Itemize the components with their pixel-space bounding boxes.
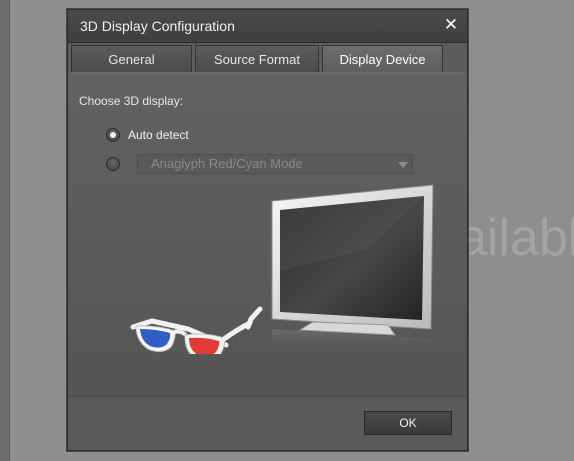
choose-display-label: Choose 3D display:	[79, 94, 184, 108]
display-mode-value: Anaglyph Red/Cyan Mode	[151, 156, 303, 171]
close-button[interactable]: ✕	[441, 15, 461, 35]
auto-detect-label[interactable]: Auto detect	[128, 128, 189, 142]
monitor-icon	[271, 184, 434, 354]
close-icon: ✕	[443, 15, 459, 35]
tab-display-device[interactable]: Display Device	[322, 45, 443, 73]
dialog-titlebar[interactable]: 3D Display Configuration ✕	[68, 10, 467, 43]
manual-display-radio[interactable]	[106, 157, 120, 171]
dialog-footer: OK	[68, 397, 467, 450]
chevron-down-icon	[398, 162, 408, 168]
auto-detect-radio[interactable]	[106, 128, 120, 142]
left-window-edge	[0, 0, 10, 461]
desktop-background: ailable 3D Display Configuration ✕ Gener…	[0, 0, 574, 461]
tab-bar: General Source Format Display Device	[71, 45, 465, 73]
3d-display-illustration	[130, 184, 434, 354]
config-dialog: 3D Display Configuration ✕ General Sourc…	[67, 9, 468, 451]
dialog-title: 3D Display Configuration	[80, 18, 235, 34]
ok-button[interactable]: OK	[364, 411, 452, 435]
3d-glasses-icon	[130, 306, 263, 354]
tab-source-format[interactable]: Source Format	[195, 45, 319, 73]
background-text: ailable	[458, 209, 574, 267]
radio-selected-dot	[110, 132, 116, 138]
tab-general[interactable]: General	[71, 45, 192, 73]
display-mode-select[interactable]: Anaglyph Red/Cyan Mode	[137, 154, 413, 174]
tab-content-display-device: Choose 3D display: Auto detect Anaglyph …	[68, 74, 467, 396]
